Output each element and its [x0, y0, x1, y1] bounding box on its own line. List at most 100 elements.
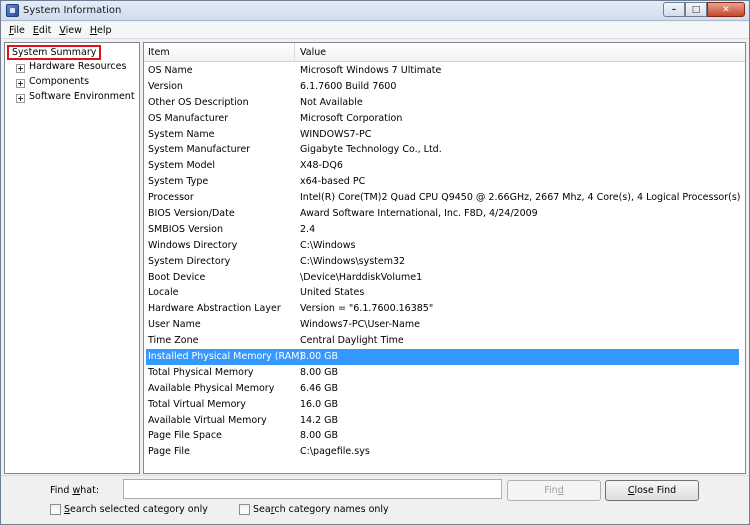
row-value: Microsoft Windows 7 Ultimate — [300, 65, 442, 76]
row-value: 8.00 GB — [300, 366, 339, 378]
search-selected-category-checkbox[interactable] — [50, 504, 61, 515]
row-item: Other OS Description — [148, 96, 249, 108]
menu-edit[interactable]: Edit — [29, 22, 55, 38]
row-item: System Manufacturer — [148, 144, 251, 156]
row-value: 8.00 GB — [300, 430, 339, 442]
table-row[interactable]: Available Physical Memory 6.46 GB — [144, 381, 745, 397]
row-item: Installed Physical Memory (RAM) — [148, 351, 304, 363]
row-value: Gigabyte Technology Co., Ltd. — [300, 144, 442, 156]
row-item: Time Zone — [148, 335, 199, 347]
column-header-item[interactable]: Item — [148, 47, 170, 58]
column-divider[interactable] — [294, 43, 295, 62]
row-value: 6.46 GB — [300, 382, 339, 394]
menu-help[interactable]: Help — [86, 22, 116, 38]
row-item: System Type — [148, 176, 209, 188]
table-row[interactable]: System Name WINDOWS7-PC — [144, 127, 745, 143]
row-value: 14.2 GB — [300, 414, 339, 426]
row-item: Page File — [148, 446, 190, 458]
row-item: System Model — [148, 160, 215, 172]
row-item: Version — [148, 80, 183, 92]
row-value: 2.4 — [300, 223, 316, 235]
search-selected-category-option[interactable]: Search selected category only — [50, 504, 208, 515]
details-list: Item Value OS Name Microsoft Windows 7 Ul… — [143, 42, 746, 474]
category-tree: System Summary Hardware Resources Compon… — [4, 42, 140, 474]
find-panel: Find what: Find Close Find Search select… — [1, 475, 749, 524]
system-information-window: System Information – □ ✕ File Edit View … — [0, 0, 750, 525]
table-row[interactable]: Processor Intel(R) Core(TM)2 Quad CPU Q94… — [144, 190, 745, 206]
find-button[interactable]: Find — [507, 480, 601, 501]
row-item: Total Physical Memory — [148, 366, 254, 378]
checkbox-label: Search selected category only — [64, 504, 208, 515]
close-button[interactable]: ✕ — [707, 2, 745, 17]
row-value: Windows7-PC\User-Name — [300, 319, 420, 331]
row-item: Page File Space — [148, 430, 222, 442]
table-row[interactable]: Total Physical Memory 8.00 GB — [144, 365, 745, 381]
row-item: Boot Device — [148, 271, 206, 283]
row-item: Hardware Abstraction Layer — [148, 303, 281, 315]
table-row[interactable]: OS Manufacturer Microsoft Corporation — [144, 111, 745, 127]
table-row[interactable]: System Model X48-DQ6 — [144, 158, 745, 174]
row-value: 6.1.7600 Build 7600 — [300, 80, 397, 92]
table-row[interactable]: Windows Directory C:\Windows — [144, 238, 745, 254]
column-header-value[interactable]: Value — [300, 47, 326, 58]
table-row[interactable]: Installed Physical Memory (RAM) 8.00 GB — [146, 349, 739, 365]
find-what-label: Find what: — [50, 485, 100, 496]
table-row[interactable]: Hardware Abstraction Layer Version = "6.1… — [144, 301, 745, 317]
tree-item-components[interactable]: Components — [5, 76, 139, 91]
row-item: Processor — [148, 192, 194, 204]
row-value: 16.0 GB — [300, 398, 339, 410]
row-item: User Name — [148, 319, 201, 331]
find-what-input[interactable] — [123, 479, 502, 499]
minimize-icon: – — [671, 5, 677, 15]
row-value: Version = "6.1.7600.16385" — [300, 303, 434, 315]
minimize-button[interactable]: – — [663, 2, 685, 17]
table-row[interactable]: Page File C:\pagefile.sys — [144, 444, 745, 460]
row-item: System Name — [148, 128, 215, 140]
search-category-names-option[interactable]: Search category names only — [239, 504, 389, 515]
row-item: SMBIOS Version — [148, 223, 224, 235]
row-value: \Device\HarddiskVolume1 — [300, 271, 423, 283]
table-row[interactable]: BIOS Version/Date Award Software Internat… — [144, 206, 745, 222]
row-item: OS Manufacturer — [148, 112, 229, 124]
list-rows: OS Name Microsoft Windows 7 Ultimate Versi… — [144, 63, 745, 460]
close-find-button[interactable]: Close Find — [605, 480, 699, 501]
table-row[interactable]: Version 6.1.7600 Build 7600 — [144, 79, 745, 95]
table-row[interactable]: Boot Device \Device\HarddiskVolume1 — [144, 270, 745, 286]
expand-icon[interactable] — [16, 79, 25, 88]
table-row[interactable]: System Type x64-based PC — [144, 174, 745, 190]
table-row[interactable]: Other OS Description Not Available — [144, 95, 745, 111]
table-row[interactable]: User Name Windows7-PC\User-Name — [144, 317, 745, 333]
tree-item-software-environment[interactable]: Software Environment — [5, 91, 139, 106]
row-item: OS Name — [148, 65, 193, 76]
table-row[interactable]: System Directory C:\Windows\system32 — [144, 254, 745, 270]
table-row[interactable]: Locale United States — [144, 285, 745, 301]
table-row[interactable]: OS Name Microsoft Windows 7 Ultimate — [144, 63, 745, 79]
table-row[interactable]: SMBIOS Version 2.4 — [144, 222, 745, 238]
row-value: C:\Windows\system32 — [300, 255, 406, 267]
table-row[interactable]: Page File Space 8.00 GB — [144, 428, 745, 444]
tree-item-hardware-resources[interactable]: Hardware Resources — [5, 61, 139, 76]
table-row[interactable]: Available Virtual Memory 14.2 GB — [144, 413, 745, 429]
tree-item-system-summary[interactable]: System Summary — [7, 45, 102, 60]
row-value: Not Available — [300, 96, 363, 108]
menu-view[interactable]: View — [55, 22, 86, 38]
title-bar: System Information – □ ✕ — [1, 1, 749, 21]
window-title: System Information — [23, 5, 122, 16]
row-item: Locale — [148, 287, 179, 299]
table-row[interactable]: System Manufacturer Gigabyte Technology C… — [144, 142, 745, 158]
checkbox-label: Search category names only — [253, 504, 389, 515]
expand-icon[interactable] — [16, 94, 25, 103]
menu-bar: File Edit View Help — [1, 22, 749, 39]
row-value: Award Software International, Inc. F8D, … — [300, 208, 538, 220]
row-value: Microsoft Corporation — [300, 112, 403, 124]
row-value: WINDOWS7-PC — [300, 128, 372, 140]
table-row[interactable]: Time Zone Central Daylight Time — [144, 333, 745, 349]
search-category-names-checkbox[interactable] — [239, 504, 250, 515]
row-item: Available Virtual Memory — [148, 414, 267, 426]
maximize-button[interactable]: □ — [685, 2, 707, 17]
row-value: United States — [300, 287, 365, 299]
row-value: 8.00 GB — [300, 351, 339, 363]
expand-icon[interactable] — [16, 64, 25, 73]
menu-file[interactable]: File — [5, 22, 29, 38]
table-row[interactable]: Total Virtual Memory 16.0 GB — [144, 397, 745, 413]
